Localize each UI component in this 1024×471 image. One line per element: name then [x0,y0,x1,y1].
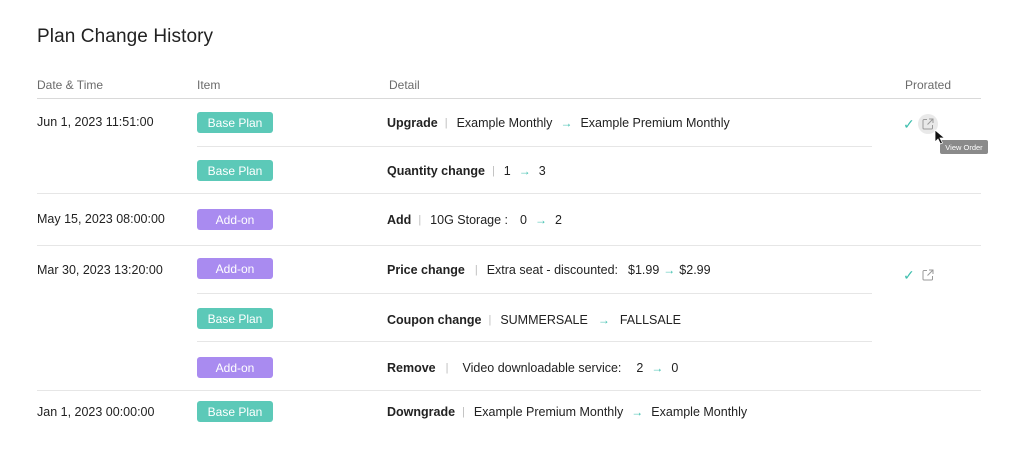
arrow-icon: → [651,361,664,375]
to-value: 2 [554,213,562,227]
row-date: Mar 30, 2023 13:20:00 [37,263,163,277]
separator: | [444,117,448,129]
header-detail: Detail [389,78,420,92]
from-value: $1.99 [628,263,660,277]
separator: | [488,314,492,326]
header-date: Date & Time [37,78,104,92]
row-divider [197,293,872,294]
separator: | [445,362,449,374]
separator: | [491,165,495,177]
item-badge: Add-on [197,357,273,378]
change-type: Upgrade [387,116,438,130]
row-date: Jan 1, 2023 00:00:00 [37,405,155,419]
row-detail: Price change | Extra seat - discounted: … [387,263,711,277]
change-type: Quantity change [387,164,485,178]
from-value: 0 [520,213,527,227]
item-badge: Base Plan [197,308,273,329]
change-type: Coupon change [387,313,482,327]
to-value: 3 [538,164,546,178]
row-date: May 15, 2023 08:00:00 [37,212,165,226]
to-value: FALLSALE [619,313,681,327]
change-type: Add [387,213,412,227]
row-divider [197,146,872,147]
row-divider [197,341,872,342]
row-divider [37,245,981,246]
external-link-icon[interactable] [918,265,938,285]
item-label: Video downloadable service: [462,361,622,375]
row-divider [37,193,981,194]
arrow-icon: → [597,313,610,327]
mouse-cursor-icon [934,129,946,145]
row-detail: Upgrade | Example Monthly → Example Prem… [387,116,730,130]
check-icon: ✓ [903,116,915,132]
to-value: Example Monthly [651,405,748,419]
from-value: SUMMERSALE [500,313,588,327]
external-link-glyph [922,118,934,130]
separator: | [474,264,478,276]
row-divider [37,390,981,391]
item-badge: Base Plan [197,112,273,133]
item-badge: Base Plan [197,160,273,181]
from-value: 1 [503,164,511,178]
row-detail: Remove | Video downloadable service: 2 →… [387,361,678,375]
arrow-icon: → [631,405,644,419]
separator: | [462,406,465,418]
check-icon: ✓ [903,267,915,283]
change-type: Remove [387,361,436,375]
external-link-glyph [922,269,934,281]
arrow-icon: → [560,116,573,130]
header-prorated: Prorated [905,78,952,92]
row-detail: Quantity change | 1 → 3 [387,164,546,178]
change-type: Downgrade [387,405,456,419]
item-badge: Add-on [197,258,273,279]
from-value: Example Premium Monthly [473,405,624,419]
row-detail: Coupon change | SUMMERSALE → FALLSALE [387,313,681,327]
arrow-icon: → [663,263,676,277]
item-label: Extra seat - discounted: [486,263,619,277]
from-value: Example Monthly [456,116,553,130]
item-badge: Add-on [197,209,273,230]
arrow-icon: → [518,164,531,178]
to-value: 0 [671,361,679,375]
separator: | [418,214,422,226]
arrow-icon: → [534,213,547,227]
change-type: Price change [387,263,465,277]
header-divider [37,98,981,99]
row-detail: Downgrade | Example Premium Monthly → Ex… [387,405,747,419]
page-title: Plan Change History [37,26,214,47]
item-badge: Base Plan [197,401,273,422]
item-label: 10G Storage : [430,213,508,227]
header-item: Item [197,78,221,92]
row-detail: Add | 10G Storage : 0 → 2 [387,213,562,227]
from-value: 2 [636,361,644,375]
to-value: $2.99 [679,263,711,277]
row-date: Jun 1, 2023 11:51:00 [37,115,154,129]
to-value: Example Premium Monthly [580,116,730,130]
